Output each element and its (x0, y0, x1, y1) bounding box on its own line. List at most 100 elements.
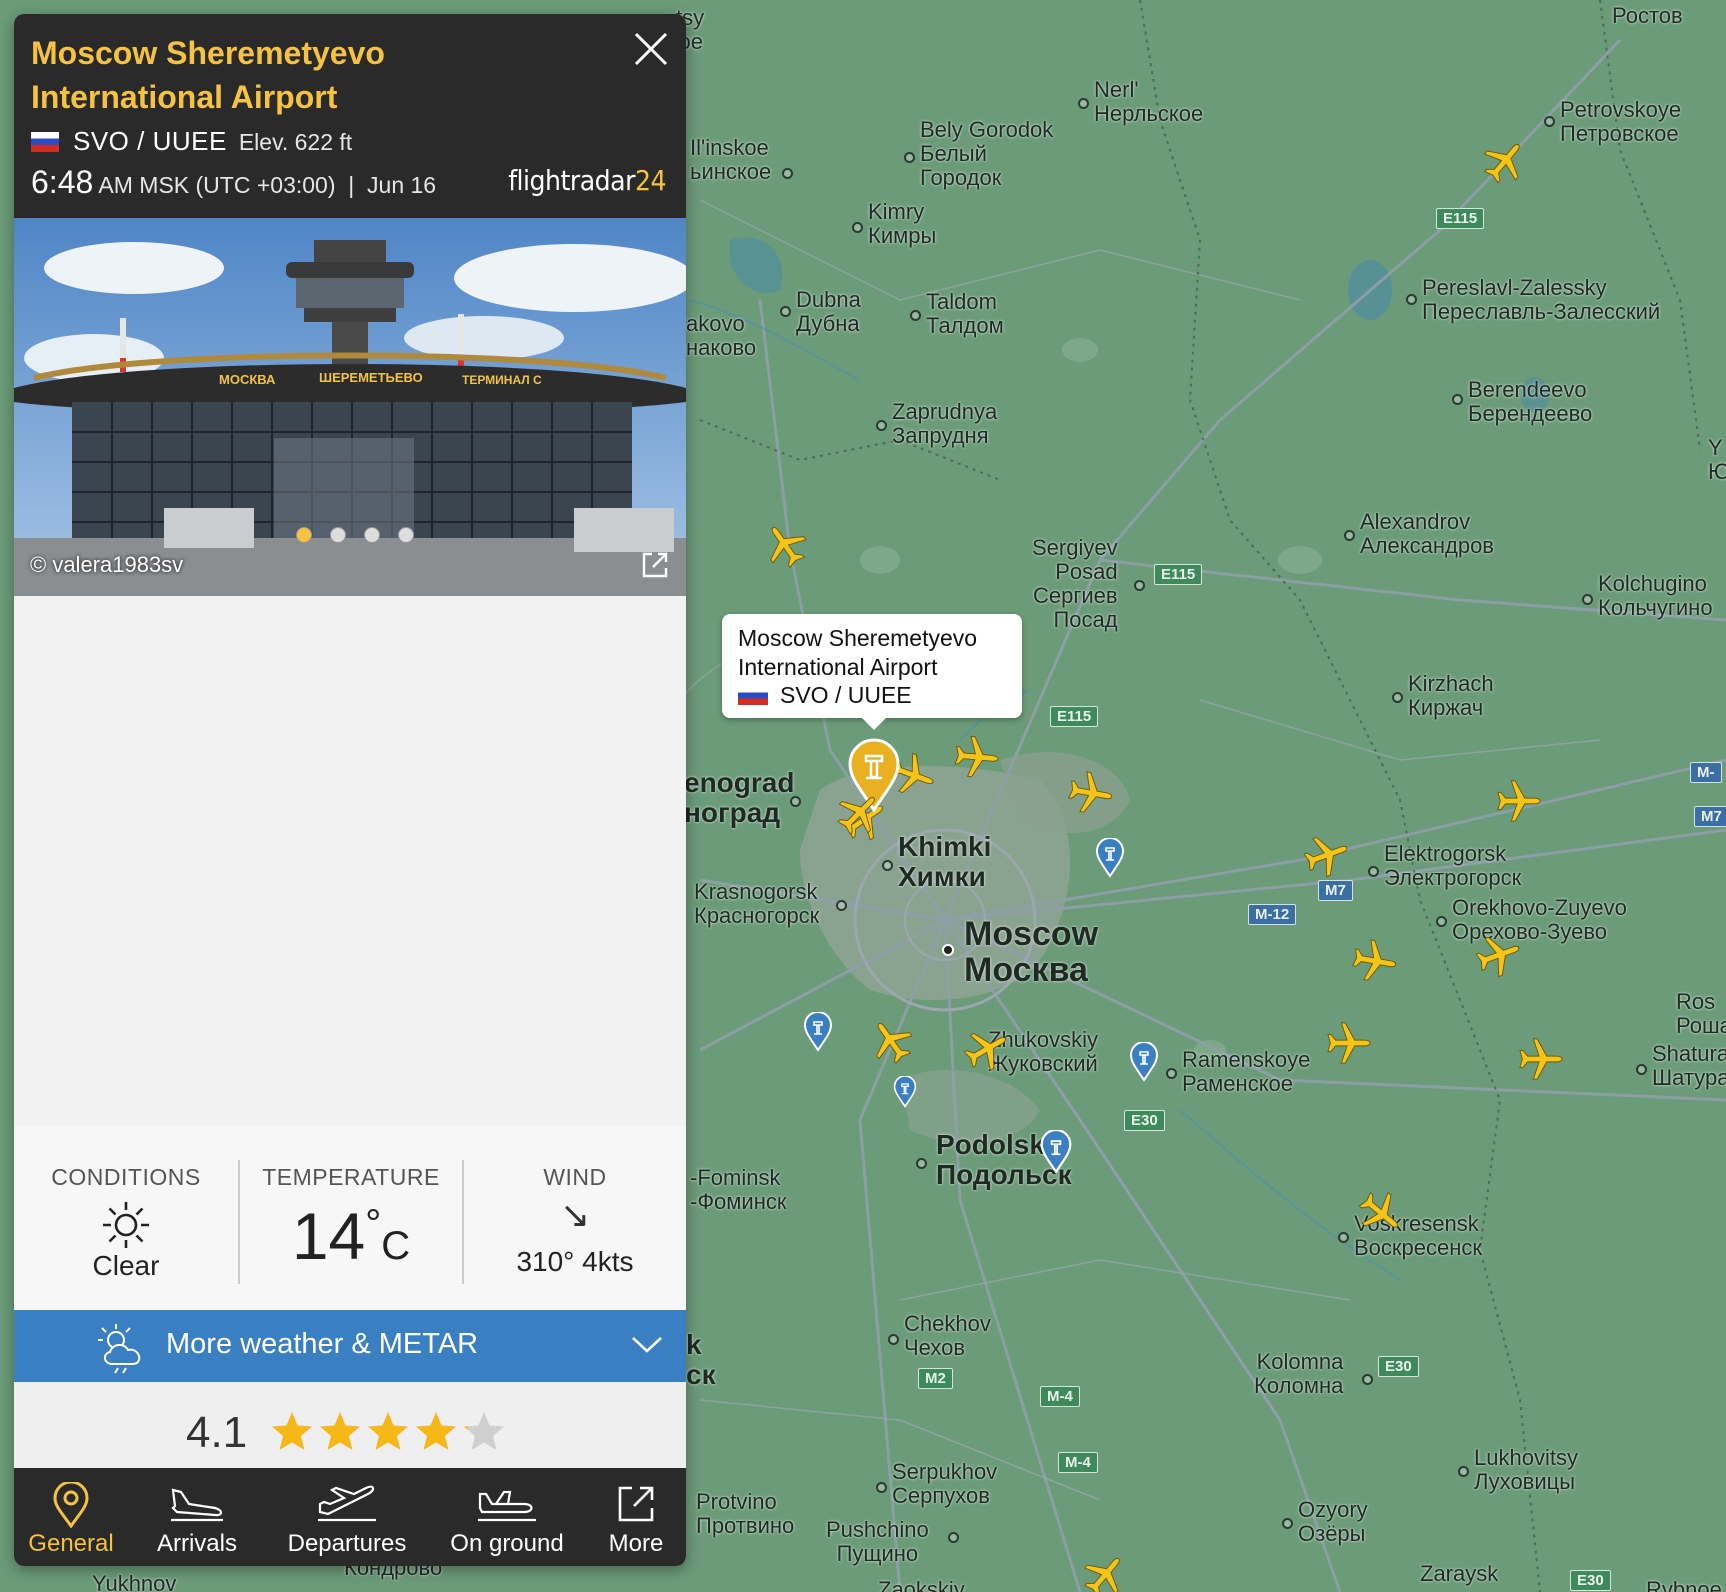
airport-photo[interactable]: МОСКВА ШЕРЕМЕТЬЕВО ТЕРМИНАЛ С © valera19… (14, 218, 686, 596)
callout-name: Moscow Sheremetyevo International Airport (738, 624, 977, 682)
city-chekhov: Chekhov Чехов (888, 1311, 991, 1360)
star-partial-icon (464, 1412, 504, 1450)
city-alexandrov-ru: Александров (1360, 533, 1494, 558)
sign-right: ТЕРМИНАЛ С (462, 373, 542, 387)
city-shatura-en: Shatura (1652, 1041, 1726, 1066)
callout-name-line2: International Airport (738, 654, 938, 680)
city-dot (1436, 916, 1447, 927)
city-pereslavl-ru: Переславль-Залесский (1422, 299, 1661, 324)
nav-departures-label: Departures (287, 1530, 407, 1557)
city-khimki-ru: Химки (898, 861, 986, 892)
callout-codes-row: SVO / UUEE (738, 682, 912, 709)
aircraft-icon[interactable] (1496, 778, 1542, 824)
conditions-value: Clear (92, 1250, 160, 1281)
airport-rating[interactable]: 4.1 (14, 1382, 686, 1468)
star-icon (272, 1412, 312, 1450)
airport-title: Moscow Sheremetyevo International Airport (31, 31, 591, 119)
aircraft-icon[interactable] (1518, 1036, 1564, 1082)
city-taldom-ru: Талдом (926, 313, 1004, 338)
departure-plane-icon (318, 1485, 376, 1522)
road-m12: M-12 (1248, 904, 1297, 925)
nav-on-ground-label: On ground (450, 1530, 564, 1557)
nav-on-ground[interactable]: On ground (428, 1468, 586, 1566)
city-ros: Ros Роша (1676, 990, 1726, 1038)
weather-summary: CONDITIONS Clear TEMPERATURE 14°C WIND ↘… (14, 1126, 686, 1310)
city-chekhov-en: Chekhov (904, 1311, 991, 1336)
city-petrovskoye-ru: Петровское (1560, 121, 1679, 146)
star-icon (320, 1412, 360, 1450)
carousel-dot[interactable] (330, 527, 346, 543)
city-dot (1166, 1068, 1177, 1079)
city-fominsk-en: -Fominsk (690, 1165, 781, 1190)
city-petrovskoye: Petrovskoye Петровское (1544, 98, 1681, 146)
city-protvino-ru: Протвино (696, 1513, 795, 1538)
nav-more[interactable]: More (586, 1468, 686, 1566)
city-dot (1344, 530, 1355, 541)
airport-marker-icon[interactable] (892, 1076, 918, 1108)
road-m4: M-4 (1040, 1386, 1080, 1407)
carousel-dot[interactable] (398, 527, 414, 543)
city-dot (1282, 1518, 1293, 1529)
city-dot (1406, 294, 1417, 305)
city-nerl-en: Nerl' (1094, 77, 1139, 102)
carousel-dot[interactable] (296, 527, 312, 543)
city-ilinskoe-ru: ьинское (690, 159, 772, 184)
airport-marker-icon[interactable] (1038, 1130, 1074, 1174)
sun-icon (103, 1202, 149, 1248)
city-alexandrov: Alexandrov Александров (1344, 509, 1494, 558)
brand-num: 24 (634, 164, 667, 197)
aircraft-icon[interactable] (1326, 1020, 1372, 1066)
aircraft-icon[interactable] (1348, 934, 1401, 987)
city-ozyory: Ozyory Озёры (1282, 1498, 1368, 1546)
city-pushchino-ru: Пущино (836, 1541, 919, 1566)
russia-flag-icon (738, 686, 768, 705)
close-icon[interactable] (630, 28, 672, 70)
city-krasnogorsk-ru: Красногорск (694, 903, 820, 928)
airport-callout[interactable]: Moscow Sheremetyevo International Airport… (722, 614, 1022, 730)
road-m2: M2 (918, 1368, 953, 1389)
city-nakovo-en: akovo (686, 311, 745, 336)
city-orekhovo-en: Orekhovo-Zuyevo (1452, 895, 1627, 920)
external-link-icon[interactable] (638, 548, 672, 582)
carousel-dot[interactable] (364, 527, 380, 543)
city-serpukhov: Serpukhov Серпухов (876, 1460, 997, 1508)
external-link-icon (618, 1486, 654, 1522)
photo-credit[interactable]: © valera1983sv (30, 552, 183, 578)
more-weather-button[interactable]: More weather & METAR (14, 1310, 686, 1382)
city-kolchugino-ru: Кольчугино (1598, 595, 1713, 620)
nav-arrivals[interactable]: Arrivals (128, 1468, 266, 1566)
russia-flag-icon (31, 132, 59, 152)
city-khimki: Khimki Химки (882, 831, 992, 892)
city-khimki-en: Khimki (898, 831, 992, 862)
city-dot (1458, 1466, 1469, 1477)
city-y-right: Y (1708, 435, 1723, 460)
city-dot (780, 306, 791, 317)
city-chekhov-ru: Чехов (904, 1335, 966, 1360)
city-kimry-ru: Кимры (868, 223, 937, 248)
city-kolchugino: Kolchugino Кольчугино (1582, 572, 1713, 620)
airport-marker-icon[interactable] (1094, 838, 1126, 878)
star-icon (416, 1412, 456, 1450)
city-dot (910, 310, 921, 321)
city-kimry: Kimry Кимры (852, 200, 937, 248)
city-dot (790, 796, 801, 807)
nav-arrivals-label: Arrivals (156, 1530, 237, 1557)
city-protvino: Protvino Протвино (696, 1490, 794, 1538)
city-alexandrov-en: Alexandrov (1360, 509, 1471, 534)
city-ros-en: Ros (1676, 989, 1716, 1014)
airport-marker-icon[interactable] (802, 1012, 834, 1052)
wind-label: WIND (543, 1164, 607, 1190)
city-pushchino-en: Pushchino (826, 1517, 929, 1542)
city-zaprudnya-en: Zaprudnya (892, 399, 998, 424)
aircraft-icon[interactable] (952, 732, 1002, 782)
city-sergiyev-ru1: Сергиев (1032, 583, 1118, 608)
nav-departures[interactable]: Departures (266, 1468, 428, 1566)
aircraft-icon[interactable] (1064, 766, 1117, 819)
city-zaprudnya: Zaprudnya Запрудня (876, 399, 998, 448)
nav-more-label: More (608, 1530, 664, 1557)
city-elektrogorsk-en: Elektrogorsk (1384, 841, 1507, 866)
nav-general[interactable]: General (14, 1468, 128, 1566)
city-ros-ru: Роша (1676, 1013, 1726, 1038)
city-bely-gorodok: Bely Gorodok Белый Городок (904, 118, 1053, 190)
airport-marker-icon[interactable] (1128, 1042, 1160, 1082)
